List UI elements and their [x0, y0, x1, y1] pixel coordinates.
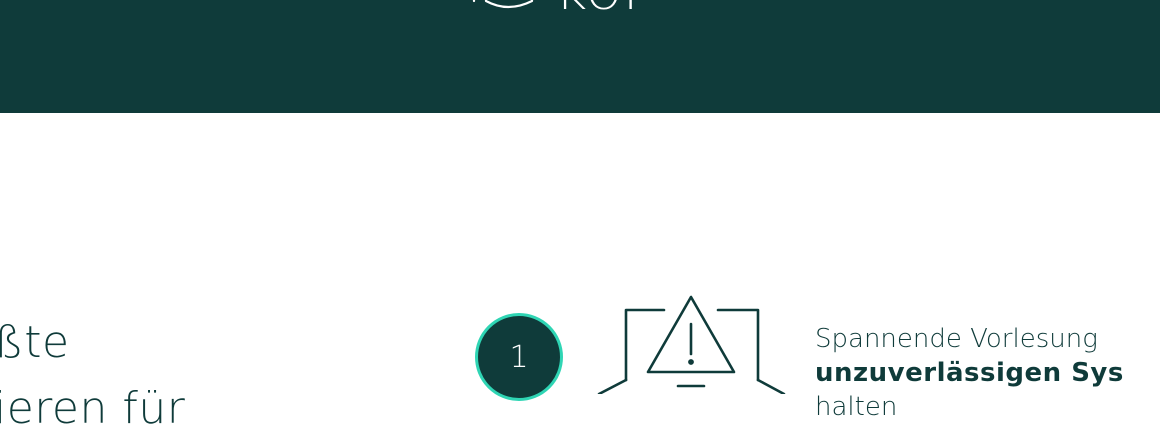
laptop-warning-icon [596, 294, 786, 398]
step-description: Spannende Vorlesung unzuverlässigen Sys … [815, 322, 1124, 424]
graduation-cap-icon [472, 0, 546, 15]
logo-text: KOI [556, 0, 639, 16]
header-banner: KOI [0, 0, 1160, 113]
headline-line-1: ßte [0, 317, 70, 368]
page-headline: ßte ieren für [0, 310, 185, 442]
step-text-line-1: Spannende Vorlesung [815, 324, 1098, 354]
step-text-line-2: unzuverlässigen Sys [815, 358, 1124, 388]
logo[interactable]: KOI [472, 0, 639, 16]
headline-line-2: ieren für [0, 383, 186, 434]
step-number-badge: 1 [475, 313, 563, 401]
step-text-line-3: halten [815, 392, 898, 422]
